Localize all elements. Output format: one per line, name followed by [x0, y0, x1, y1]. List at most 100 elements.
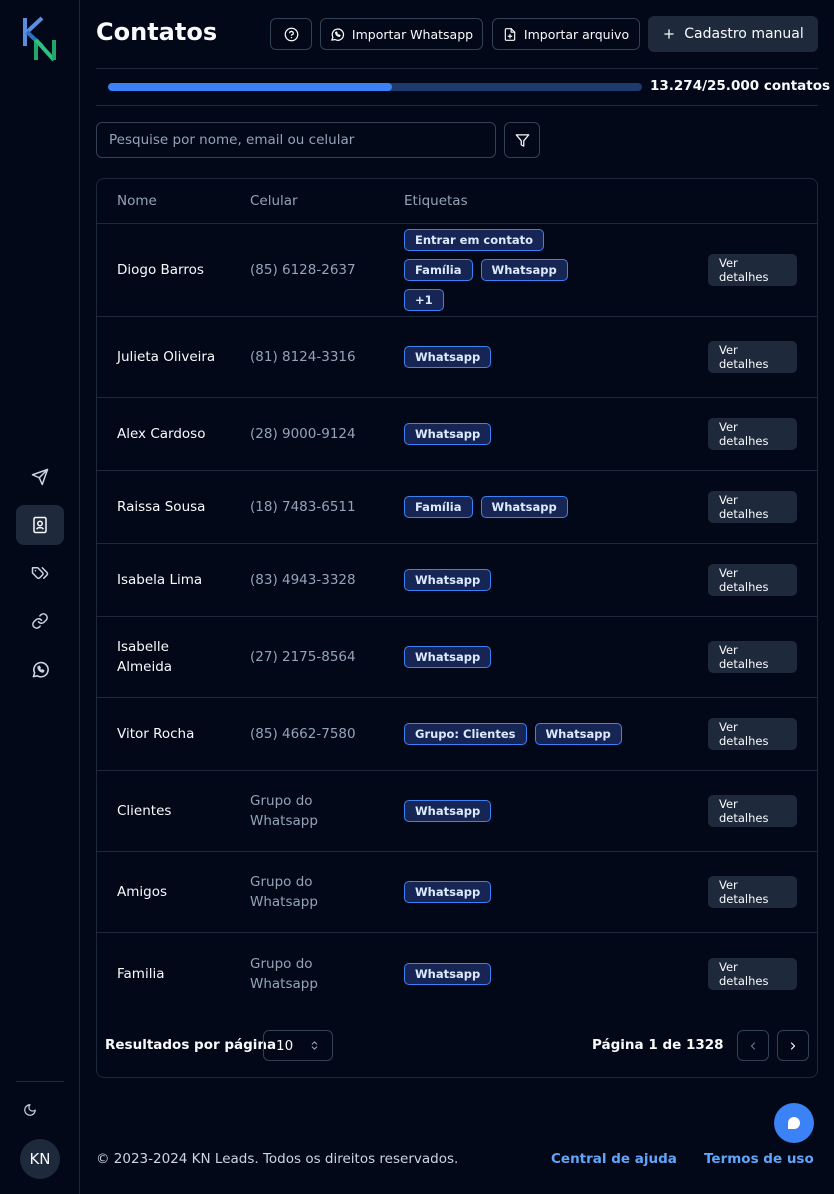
contacts-usage-bar [108, 83, 642, 91]
chevrons-up-down-icon [311, 1041, 318, 1050]
footer-copyright: © 2023-2024 KN Leads. Todos os direitos … [96, 1151, 459, 1167]
contact-name: Clientes [117, 803, 172, 819]
tag-badge[interactable]: Whatsapp [404, 646, 492, 668]
filter-button[interactable] [504, 122, 540, 158]
tag-badge[interactable]: Família [404, 259, 473, 281]
tag-badge[interactable]: Entrar em contato [404, 229, 544, 251]
table-row: Familia Grupo do Whatsapp Whatsapp Ver deta… [97, 933, 817, 1014]
view-details-button[interactable]: Ver detalhes [708, 876, 797, 908]
contact-tags: Whatsapp [404, 881, 684, 903]
view-details-button[interactable]: Ver detalhes [708, 795, 797, 827]
contact-name: Julieta Oliveira [117, 349, 216, 365]
contact-name: Isabela Lima [117, 572, 203, 588]
contact-tags: Whatsapp [404, 800, 684, 822]
contacts-usage-text: 13.274/25.000 contatos [650, 78, 831, 94]
rows-per-page-value: 10 [276, 1037, 294, 1054]
table-row: Isabelle Almeida (27) 2175-8564 Whatsapp Ve… [97, 617, 817, 698]
table-row: Raissa Sousa (18) 7483-6511 Família Whatsap… [97, 471, 817, 544]
view-details-button[interactable]: Ver detalhes [708, 491, 797, 523]
send-icon [31, 468, 49, 486]
view-details-button[interactable]: Ver detalhes [708, 418, 797, 450]
contact-tags: Whatsapp [404, 646, 684, 668]
manual-register-button[interactable]: Cadastro manual [648, 16, 818, 52]
tag-badge[interactable]: Whatsapp [404, 962, 492, 985]
contact-tags: Grupo: Clientes Whatsapp [404, 723, 684, 745]
theme-toggle-button[interactable] [16, 1092, 44, 1128]
column-header-tags[interactable]: Etiquetas [404, 193, 468, 209]
sidebar-nav [16, 457, 64, 697]
help-center-link[interactable]: Central de ajuda [551, 1151, 677, 1167]
tag-badge[interactable]: Família [404, 496, 473, 518]
import-file-button[interactable]: Importar arquivo [492, 18, 640, 50]
sidebar-item-whatsapp[interactable] [16, 649, 64, 689]
table-row: Amigos Grupo do Whatsapp Whatsapp Ver detal… [97, 852, 817, 933]
contact-tags: Whatsapp [404, 962, 684, 985]
help-button[interactable] [270, 18, 312, 50]
contact-phone: (83) 4943-3328 [250, 572, 356, 588]
contact-name: Raissa Sousa [117, 499, 206, 515]
table-row: Diogo Barros (85) 6128-2637 Entrar em cont… [97, 224, 817, 317]
import-whatsapp-label: Importar Whatsapp [351, 26, 474, 42]
tag-badge[interactable]: Whatsapp [404, 423, 492, 445]
manual-register-label: Cadastro manual [684, 26, 804, 42]
app-logo[interactable] [22, 16, 58, 62]
tag-badge[interactable]: Whatsapp [404, 346, 492, 368]
import-whatsapp-button[interactable]: Importar Whatsapp [320, 18, 483, 50]
contact-phone: (85) 4662-7580 [250, 726, 356, 742]
view-details-button[interactable]: Ver detalhes [708, 564, 797, 596]
previous-page-button[interactable] [737, 1030, 769, 1061]
contact-tags: Família Whatsapp [404, 496, 684, 518]
tag-badge[interactable]: Grupo: Clientes [404, 723, 527, 745]
moon-icon [24, 1104, 36, 1116]
table-header: Nome Celular Etiquetas [97, 179, 817, 224]
view-details-button[interactable]: Ver detalhes [708, 254, 797, 286]
next-page-button[interactable] [777, 1030, 809, 1061]
sidebar: KN [0, 0, 80, 1194]
user-avatar[interactable]: KN [20, 1139, 60, 1179]
chevron-left-icon [750, 1041, 756, 1050]
page-info: Página 1 de 1328 [592, 1037, 724, 1053]
link-icon [32, 613, 48, 629]
page-title: Contatos [96, 18, 218, 46]
sidebar-item-tags[interactable] [16, 553, 64, 593]
contact-phone: Grupo do Whatsapp [250, 874, 318, 910]
tag-badge[interactable]: Whatsapp [404, 881, 492, 903]
contact-name: Diogo Barros [117, 262, 204, 278]
contact-phone: (27) 2175-8564 [250, 649, 356, 665]
sidebar-item-campaigns[interactable] [16, 457, 64, 497]
tag-badge[interactable]: Whatsapp [534, 723, 622, 745]
usage-divider [96, 105, 818, 106]
sidebar-item-contacts[interactable] [16, 505, 64, 545]
rows-per-page-select[interactable]: 10 [263, 1030, 333, 1061]
help-circle-icon [284, 27, 298, 41]
header-divider [96, 68, 818, 69]
chat-bubble-icon [788, 1117, 800, 1129]
view-details-button[interactable]: Ver detalhes [708, 341, 797, 373]
search-input[interactable] [96, 122, 496, 158]
view-details-button[interactable]: Ver detalhes [708, 718, 797, 750]
sidebar-item-links[interactable] [16, 601, 64, 641]
contact-name: Amigos [117, 884, 167, 900]
table-row: Julieta Oliveira (81) 8124-3316 Whatsapp Ve… [97, 317, 817, 398]
chat-support-button[interactable] [774, 1103, 814, 1143]
table-row: Isabela Lima (83) 4943-3328 Whatsapp Ver de… [97, 544, 817, 617]
contact-phone: (85) 6128-2637 [250, 262, 356, 278]
contacts-usage-fill [108, 83, 392, 91]
contact-name: Alex Cardoso [117, 426, 206, 442]
column-header-name[interactable]: Nome [117, 193, 157, 209]
table-row: Alex Cardoso (28) 9000-9124 Whatsapp Ver de… [97, 398, 817, 471]
contact-tags: Whatsapp [404, 346, 684, 368]
terms-link[interactable]: Termos de uso [704, 1151, 814, 1167]
contact-tags: Whatsapp [404, 423, 684, 445]
tag-badge[interactable]: Whatsapp [480, 496, 568, 518]
tag-badge[interactable]: Whatsapp [480, 259, 568, 281]
tag-badge[interactable]: Whatsapp [404, 569, 492, 591]
column-header-phone[interactable]: Celular [250, 193, 298, 209]
whatsapp-icon [32, 661, 49, 678]
filter-icon [515, 133, 529, 147]
tag-badge[interactable]: +1 [404, 289, 444, 311]
tag-badge[interactable]: Whatsapp [404, 800, 492, 822]
view-details-button[interactable]: Ver detalhes [708, 641, 797, 673]
file-plus-icon [504, 27, 516, 41]
view-details-button[interactable]: Ver detalhes [708, 957, 797, 990]
